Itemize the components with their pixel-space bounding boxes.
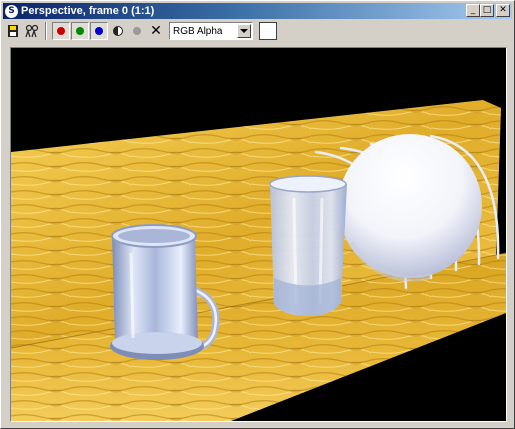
dropdown-arrow-button[interactable] — [237, 24, 251, 38]
clear-x-icon: ✕ — [150, 23, 162, 39]
tall-glass — [269, 175, 347, 316]
title-bar[interactable]: S Perspective, frame 0 (1:1) _ □ ✕ — [3, 3, 512, 19]
render-frame-window: S Perspective, frame 0 (1:1) _ □ ✕ ✕ RGB… — [0, 0, 515, 429]
channel-dropdown[interactable]: RGB Alpha — [169, 22, 253, 40]
maximize-button[interactable]: □ — [480, 4, 494, 17]
channel-dropdown-value: RGB Alpha — [173, 25, 223, 37]
window-title: Perspective, frame 0 (1:1) — [21, 5, 155, 17]
app-icon: S — [5, 4, 18, 18]
clone-icon — [25, 24, 39, 38]
blue-dot-icon — [95, 27, 103, 35]
rendered-scene — [11, 100, 506, 421]
clear-button[interactable]: ✕ — [147, 22, 165, 40]
save-icon — [8, 25, 18, 37]
render-viewport[interactable] — [10, 47, 507, 422]
gray-dot-icon — [133, 27, 141, 35]
minimize-button[interactable]: _ — [466, 4, 480, 17]
save-bitmap-button[interactable] — [4, 22, 22, 40]
close-button[interactable]: ✕ — [496, 4, 510, 17]
monochrome-toggle[interactable] — [109, 22, 127, 40]
green-channel-toggle[interactable] — [71, 22, 89, 40]
half-circle-icon — [113, 26, 123, 36]
chevron-down-icon — [240, 28, 248, 33]
color-swatch[interactable] — [259, 22, 277, 40]
white-sphere — [338, 134, 482, 282]
green-dot-icon — [76, 27, 84, 35]
alpha-channel-toggle[interactable] — [128, 22, 146, 40]
toolbar: ✕ RGB Alpha — [3, 20, 512, 42]
blue-channel-toggle[interactable] — [90, 22, 108, 40]
window-controls: _ □ ✕ — [466, 4, 510, 17]
clone-window-button[interactable] — [23, 22, 41, 40]
red-channel-toggle[interactable] — [52, 22, 70, 40]
red-dot-icon — [57, 27, 65, 35]
toolbar-separator — [45, 22, 47, 40]
